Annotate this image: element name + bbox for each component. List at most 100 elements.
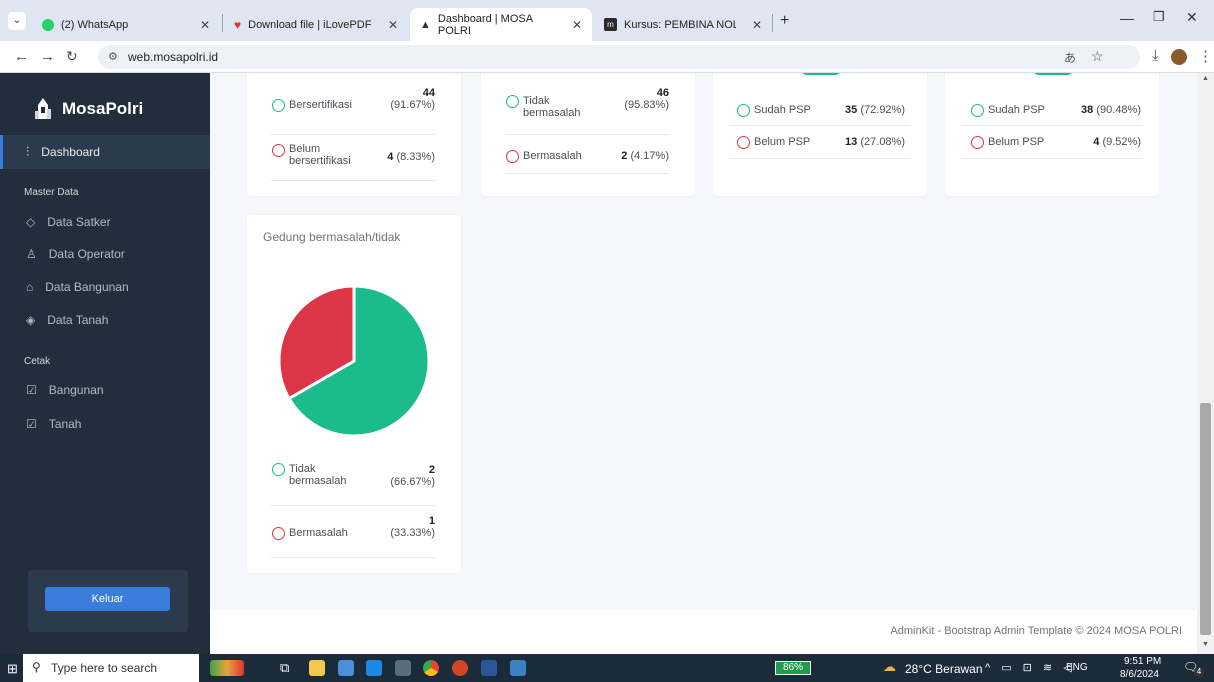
photos-icon[interactable] <box>510 660 526 676</box>
close-icon[interactable]: ✕ <box>200 18 210 32</box>
legend-value: 4 (8.33%) <box>367 151 435 163</box>
taskbar-search[interactable]: ⚲ Type here to search <box>23 654 199 682</box>
card-gedung: Gedung bermasalah/tidak Tidak bermasalah… <box>247 215 461 573</box>
legend-value: 2 (66.67%) <box>367 464 435 488</box>
circle-red-icon <box>272 527 285 540</box>
bookmark-star-icon[interactable]: ☆ <box>1091 48 1104 65</box>
legend-label: Belum bersertifikasi <box>289 143 351 167</box>
logout-panel: Keluar <box>28 570 188 632</box>
sidebar-item-data-operator[interactable]: ♙ Data Operator <box>0 237 210 271</box>
circle-green-icon <box>506 95 519 108</box>
camera-icon[interactable] <box>395 660 411 676</box>
legend-row: Belum PSP <box>737 136 810 149</box>
back-icon[interactable]: ← <box>14 48 29 65</box>
store-icon[interactable] <box>338 660 354 676</box>
sidebar-item-data-tanah[interactable]: ◈ Data Tanah <box>0 303 210 337</box>
logout-button[interactable]: Keluar <box>45 587 170 611</box>
task-view-icon[interactable]: ⧉ <box>280 660 296 676</box>
value-count: 38 <box>1081 104 1094 116</box>
sidebar-item-dashboard[interactable]: ⫶ Dashboard <box>0 135 210 169</box>
reload-icon[interactable]: ↻ <box>66 48 78 65</box>
legend-row: Tidak bermasalah <box>506 95 586 119</box>
value-pct: (91.67%) <box>390 99 435 111</box>
sidebar-item-data-satker[interactable]: ◇ Data Satker <box>0 205 210 239</box>
search-icon: ⚲ <box>32 660 41 674</box>
chrome-icon[interactable] <box>423 660 439 676</box>
forward-icon[interactable]: → <box>40 48 55 65</box>
word-icon[interactable] <box>481 660 497 676</box>
value-pct: (90.48%) <box>1096 104 1141 116</box>
download-icon[interactable]: ⤓ <box>1152 47 1159 64</box>
legend-row: Bersertifikasi <box>272 99 352 112</box>
value-pct: (27.08%) <box>860 136 905 148</box>
scroll-up-icon[interactable]: ▲ <box>1202 75 1209 82</box>
powerpoint-icon[interactable] <box>452 660 468 676</box>
sidebar-item-label: Data Satker <box>47 215 111 229</box>
food-widget-icon[interactable] <box>210 660 244 676</box>
minimize-button[interactable]: — <box>1120 10 1134 26</box>
legend-label: Bermasalah <box>289 527 348 539</box>
moodle-icon: m <box>604 18 617 31</box>
tray-icons[interactable]: ^ ▭ ⊡ ≋ ◁ <box>985 661 1076 674</box>
main-content: Bersertifikasi 4 4 (91.67%) Belum bersert… <box>210 73 1197 654</box>
language-indicator[interactable]: ENG <box>1066 662 1088 673</box>
clock-date[interactable]: 8/6/2024 <box>1120 669 1159 680</box>
value-count: 2 <box>428 464 435 476</box>
search-placeholder: Type here to search <box>51 661 158 675</box>
layers-icon: ◈ <box>26 313 36 327</box>
file-explorer-icon[interactable] <box>309 660 325 676</box>
profile-avatar[interactable] <box>1171 49 1187 65</box>
tab-kursus[interactable]: m Kursus: PEMBINA NOLIK DWI A ✕ <box>594 8 772 41</box>
sidebar-item-tanah[interactable]: ☑ Tanah <box>0 407 210 441</box>
new-tab-button[interactable]: + <box>780 12 789 30</box>
tab-label: Dashboard | MOSA POLRI <box>437 12 533 37</box>
site-info-icon[interactable]: ⚙ <box>108 50 118 63</box>
legend-row: Belum bersertifikasi <box>272 143 352 167</box>
clock-time[interactable]: 9:51 PM <box>1124 656 1161 667</box>
value-count: 4 <box>387 151 394 163</box>
sidebar-item-bangunan[interactable]: ☑ Bangunan <box>0 373 210 407</box>
menu-icon[interactable]: ⋮ <box>1198 47 1213 65</box>
tab-whatsapp[interactable]: (2) WhatsApp ✕ <box>32 8 220 41</box>
scroll-down-icon[interactable]: ▼ <box>1202 641 1209 648</box>
weather-icon[interactable]: ☁ <box>883 659 896 675</box>
value-count: 4 <box>1093 136 1100 148</box>
brand[interactable]: MosaPolri <box>32 97 143 121</box>
close-icon[interactable]: ✕ <box>752 18 762 32</box>
tab-list-dropdown[interactable]: ⌄ <box>8 12 26 30</box>
tab-ilovepdf[interactable]: ♥ Download file | iLovePDF ✕ <box>224 8 408 41</box>
check-square-icon: ☑ <box>26 417 37 431</box>
translate-icon[interactable]: あ <box>1064 49 1076 66</box>
value-count: 46 <box>656 87 669 99</box>
url-field[interactable]: ⚙ web.mosapolri.id <box>98 45 1140 69</box>
close-icon[interactable]: ✕ <box>388 18 398 32</box>
maximize-button[interactable]: ❐ <box>1153 9 1165 25</box>
close-icon[interactable]: ✕ <box>572 18 582 32</box>
legend-row: Bermasalah <box>506 150 582 163</box>
legend-row: Sudah PSP <box>737 104 811 117</box>
home-icon: ⌂ <box>26 280 34 294</box>
sliders-icon: ⫶ <box>26 144 30 159</box>
logo-icon <box>32 97 54 121</box>
legend-row: Tidak bermasalah <box>272 463 352 487</box>
legend-value: 35 (72.92%) <box>825 104 905 116</box>
scrollbar[interactable]: ▲ ▼ <box>1197 73 1214 654</box>
value-count: 2 <box>621 150 628 162</box>
battery-indicator[interactable]: 86% <box>775 661 811 675</box>
pie-edge <box>801 73 841 75</box>
sidebar-item-data-bangunan[interactable]: ⌂ Data Bangunan <box>0 270 210 304</box>
mail-icon[interactable] <box>366 660 382 676</box>
footer-text: AdminKit - Bootstrap Admin Template © 20… <box>890 625 1182 637</box>
tab-dashboard[interactable]: ▲ Dashboard | MOSA POLRI ✕ <box>410 8 592 41</box>
value-pct: (66.67%) <box>390 476 435 488</box>
legend-value: 4 (9.52%) <box>1055 136 1141 148</box>
windows-start-icon[interactable]: ⊞ <box>7 661 18 677</box>
tab-label: Download file | iLovePDF <box>248 18 372 31</box>
sidebar-item-label: Tanah <box>48 417 82 431</box>
legend-row: Bermasalah <box>272 527 348 540</box>
close-window-button[interactable]: ✕ <box>1186 9 1198 26</box>
value-count: 1 <box>428 515 435 527</box>
weather-text[interactable]: 28°C Berawan <box>905 662 983 676</box>
scrollbar-thumb[interactable] <box>1200 403 1211 635</box>
legend-label: Tidak bermasalah <box>523 95 581 119</box>
